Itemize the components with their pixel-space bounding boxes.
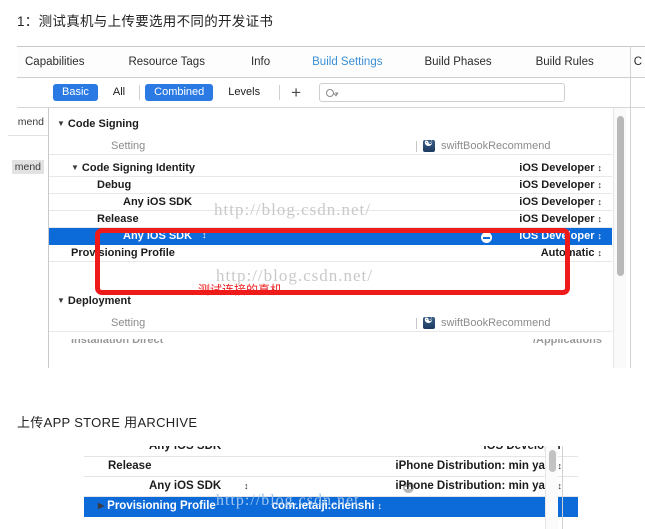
table-row-debug[interactable]: Debug iOS Developer ↕ xyxy=(49,177,612,194)
search-input[interactable] xyxy=(338,87,539,98)
row-value[interactable]: iOS Developer ↕ xyxy=(519,162,602,174)
tab-build-phases[interactable]: Build Phases xyxy=(424,56,491,68)
row-label: Any iOS SDK xyxy=(149,446,222,452)
search-field-wrapper[interactable]: ▾ xyxy=(319,83,566,102)
tab-build-settings[interactable]: Build Settings xyxy=(312,56,382,68)
tab-build-rules[interactable]: Build Rules xyxy=(536,56,594,68)
filter-divider-1 xyxy=(139,85,141,100)
build-settings-table: ▼Code Signing Setting swiftBookRecommend… xyxy=(49,108,612,368)
filter-basic[interactable]: Basic xyxy=(53,84,98,101)
table-row-installation-directory-clipped[interactable]: Installation Direct /Applications xyxy=(49,339,612,347)
table-header-row: Setting swiftBookRecommend xyxy=(49,138,612,155)
row-label: Installation Direct xyxy=(71,339,164,346)
screenshot-root: 1：测试真机与上传要选用不同的开发证书 Capabilities Resourc… xyxy=(0,0,645,529)
watermark-url-1: http://blog.csdn.net/ xyxy=(214,200,371,219)
archive-scrollbar-thumb[interactable] xyxy=(549,450,556,472)
tab-overflow-partial[interactable]: C xyxy=(634,56,642,68)
table-row-provisioning-profile[interactable]: Provisioning Profile Automatic ↕ xyxy=(49,245,612,262)
column-divider xyxy=(416,318,417,329)
filter-combined[interactable]: Combined xyxy=(145,84,214,101)
filter-divider-2 xyxy=(279,85,281,100)
table-row-code-signing-identity[interactable]: ▼ Code Signing Identity iOS Developer ↕ xyxy=(49,160,612,177)
table-row-release[interactable]: Release iPhone Distribution: min ya... ↕ xyxy=(84,457,578,477)
column-header-setting: Setting xyxy=(111,140,146,152)
table-row-any-ios-sdk-clipped[interactable]: Any iOS SDK iOS Developer xyxy=(84,446,578,457)
search-icon xyxy=(326,88,335,97)
table-header-row-deployment: Setting swiftBookRecommend xyxy=(49,315,612,332)
stepper-icon[interactable]: ↕ xyxy=(598,248,603,258)
row-value[interactable]: Automatic ↕ xyxy=(541,247,602,259)
group-header-deployment-label: Deployment xyxy=(67,295,131,307)
stepper-icon[interactable]: ↕ xyxy=(598,214,603,224)
stepper-icon[interactable]: ↕ xyxy=(598,197,603,207)
panel-right-border xyxy=(630,46,631,368)
row-value[interactable]: iPhone Distribution: min ya... ↕ xyxy=(395,480,562,492)
filter-all[interactable]: All xyxy=(104,84,134,101)
column-divider xyxy=(416,141,417,152)
settings-scrollbar-track[interactable] xyxy=(613,108,626,368)
build-settings-filter-bar: Basic All Combined Levels + ▾ xyxy=(17,78,645,108)
row-label: Code Signing Identity xyxy=(81,162,195,174)
group-header-code-signing-label: Code Signing xyxy=(67,118,139,130)
group-header-deployment[interactable]: ▼ Deployment xyxy=(57,295,131,307)
group-header-code-signing[interactable]: ▼ Code Signing xyxy=(57,118,139,130)
row-value[interactable]: iOS Developer ↕ xyxy=(519,213,602,225)
rail-divider xyxy=(8,135,48,136)
tab-info[interactable]: Info xyxy=(251,56,270,68)
stepper-icon[interactable]: ↕ xyxy=(202,230,207,240)
archive-panel-right-border xyxy=(562,446,563,529)
row-value[interactable]: iPhone Distribution: min ya... ↕ xyxy=(395,460,562,472)
column-header-setting: Setting xyxy=(111,317,146,329)
table-row-any-ios-sdk-release-selected[interactable]: Any iOS SDK ↕ iOS Developer ↕ xyxy=(49,228,612,245)
archive-scrollbar-track[interactable] xyxy=(545,446,558,529)
row-label: Any iOS SDK xyxy=(123,230,193,242)
app-icon xyxy=(423,138,435,152)
project-editor-tabbar: Capabilities Resource Tags Info Build Se… xyxy=(17,47,645,78)
page-title-section-2: 上传APP STORE 用ARCHIVE xyxy=(17,415,198,430)
archive-settings-panel: Any iOS SDK iOS Developer Release iPhone… xyxy=(84,446,578,529)
filter-levels[interactable]: Levels xyxy=(219,84,269,101)
row-label: Debug xyxy=(97,179,132,191)
row-label: Provisioning Profile xyxy=(71,247,175,259)
disclosure-triangle-right-icon[interactable]: ▶ xyxy=(98,501,104,510)
stepper-icon[interactable]: ↕ xyxy=(244,481,249,491)
tab-capabilities[interactable]: Capabilities xyxy=(25,56,84,68)
column-header-target: swiftBookRecommend xyxy=(441,140,551,152)
tab-resource-tags[interactable]: Resource Tags xyxy=(128,56,205,68)
row-label: Provisioning Profile xyxy=(107,500,216,512)
annotation-note-text: 测试连接的真机 xyxy=(198,283,283,297)
settings-scrollbar-thumb[interactable] xyxy=(617,116,624,276)
app-icon xyxy=(423,315,435,329)
row-value[interactable]: iOS Developer ↕ xyxy=(519,179,602,191)
project-navigator-rail: mend mend xyxy=(0,108,49,368)
row-label: Any iOS SDK xyxy=(149,480,222,492)
row-value[interactable]: iOS Developer ↕ xyxy=(519,230,602,242)
stepper-icon[interactable]: ↕ xyxy=(378,501,383,511)
stepper-icon[interactable]: ↕ xyxy=(598,180,603,190)
stepper-icon[interactable]: ↕ xyxy=(598,163,603,173)
sidebar-item-1-selected[interactable]: mend xyxy=(11,160,44,174)
disclosure-triangle-down-icon[interactable]: ▼ xyxy=(57,296,65,305)
watermark-url-3: http://blog.csdn.net xyxy=(216,492,360,509)
page-title-section-1: 1：测试真机与上传要选用不同的开发证书 xyxy=(17,14,274,29)
row-value[interactable]: iOS Developer ↕ xyxy=(519,196,602,208)
row-value: /Applications xyxy=(532,339,602,346)
stepper-icon[interactable]: ↕ xyxy=(598,231,603,241)
row-label: Any iOS SDK xyxy=(123,196,193,208)
row-label: Release xyxy=(108,460,152,472)
sidebar-item-0[interactable]: mend xyxy=(18,116,44,128)
row-label: Release xyxy=(97,213,139,225)
disclosure-triangle-down-icon[interactable]: ▼ xyxy=(71,163,79,172)
disclosure-triangle-down-icon[interactable]: ▼ xyxy=(57,119,65,128)
add-setting-button[interactable]: + xyxy=(291,84,301,101)
remove-override-icon[interactable] xyxy=(481,232,492,243)
column-header-target: swiftBookRecommend xyxy=(441,317,551,329)
